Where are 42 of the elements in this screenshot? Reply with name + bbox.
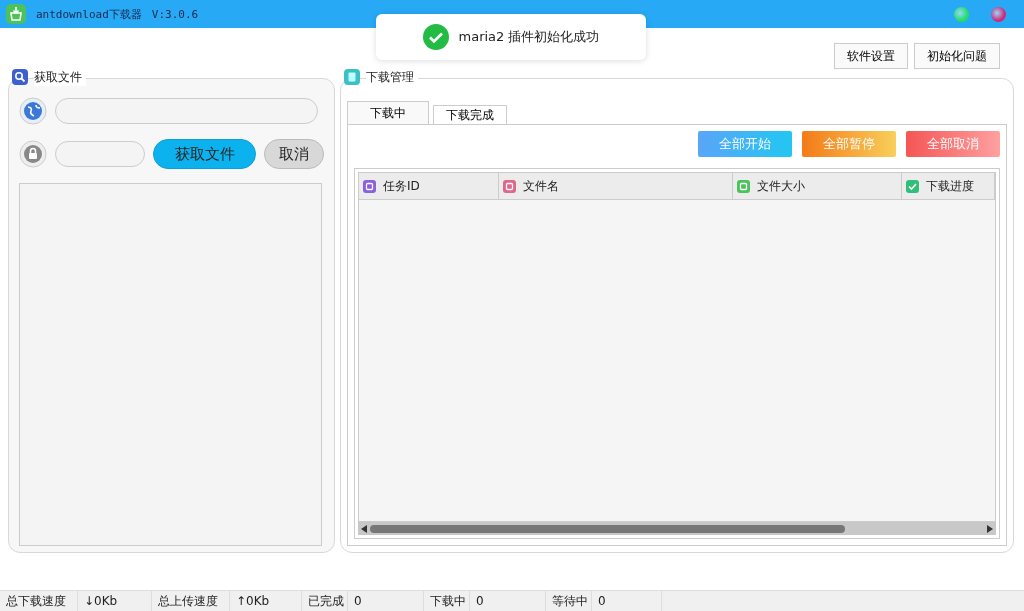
- column-header[interactable]: 文件大小: [733, 173, 902, 199]
- url-field[interactable]: [55, 98, 318, 124]
- check-icon: [906, 179, 919, 193]
- status-label: 总上传速度: [152, 591, 230, 611]
- status-value: ↓0Kb: [78, 591, 152, 611]
- status-label: 总下载速度: [0, 591, 78, 611]
- tab[interactable]: 下载完成: [433, 105, 507, 125]
- close-button[interactable]: [991, 6, 1006, 22]
- status-value: 0: [592, 591, 662, 611]
- status-label: 下载中: [424, 591, 470, 611]
- toolbar-button[interactable]: 软件设置: [834, 43, 908, 69]
- column-label: 下载进度: [926, 177, 974, 195]
- horizontal-scrollbar[interactable]: [358, 522, 996, 535]
- check-icon: [422, 24, 449, 50]
- tab[interactable]: 下载中: [347, 101, 429, 125]
- group-title: 获取文件: [34, 68, 86, 86]
- status-label: 已完成: [302, 591, 348, 611]
- column-label: 文件大小: [757, 177, 805, 195]
- status-value: 0: [470, 591, 546, 611]
- code-field[interactable]: [55, 141, 145, 167]
- window-title: antdownload下载器: [36, 6, 142, 22]
- left-arrow-icon[interactable]: [361, 524, 367, 533]
- app-logo-icon: [6, 4, 26, 24]
- lock-icon: [19, 140, 47, 168]
- fetch-button[interactable]: 获取文件: [153, 139, 257, 169]
- column-label: 文件名: [523, 177, 559, 195]
- column-header[interactable]: 下载进度: [902, 173, 995, 199]
- status-value: 0: [348, 591, 424, 611]
- column-header[interactable]: 文件名: [499, 173, 733, 199]
- clipboard-icon: [344, 69, 360, 85]
- status-value: ↑0Kb: [230, 591, 302, 611]
- group-title: 下载管理: [366, 68, 418, 86]
- column-label: 任务ID: [383, 177, 420, 195]
- column-header[interactable]: 任务ID: [359, 173, 499, 199]
- version-label: V:3.0.6: [151, 7, 199, 21]
- cancel-button[interactable]: 取消: [264, 139, 324, 169]
- toolbar-button[interactable]: 初始化问题: [914, 43, 1000, 69]
- toast-message: maria2 插件初始化成功: [458, 28, 600, 46]
- status-label: 等待中: [546, 591, 592, 611]
- minimize-button[interactable]: [954, 6, 969, 22]
- right-arrow-icon[interactable]: [987, 524, 993, 533]
- globe-icon: [19, 97, 47, 125]
